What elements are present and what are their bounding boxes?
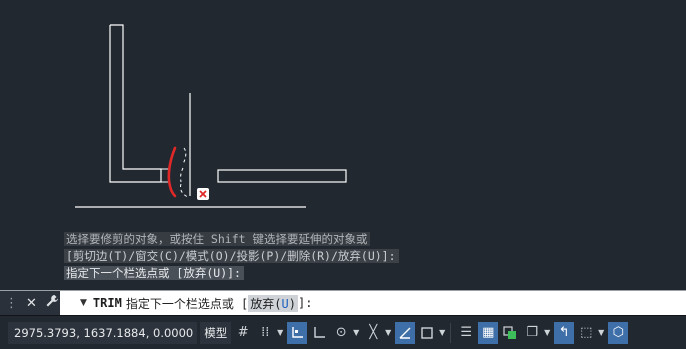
chevron-down-icon[interactable]: ▼ [437, 328, 447, 337]
snap-icon[interactable]: ⁞⁞ [255, 322, 275, 344]
dynamic-ucs-icon[interactable]: ↰ [554, 321, 575, 344]
cursor-marker [197, 188, 209, 200]
history-line: [剪切边(T)/窗交(C)/模式(O)/投影(P)/删除(R)/放弃(U)]: [64, 248, 434, 265]
model-space-button[interactable]: 模型 [200, 321, 232, 344]
selection-filter-icon[interactable]: ⬚ [576, 322, 596, 344]
command-line[interactable]: ⋮ ✕ ▼ TRIM 指定下一个栏选点或 [ 放弃(U) ]: [0, 290, 686, 315]
fence-selection-line [167, 146, 177, 198]
close-icon[interactable]: ✕ [26, 296, 37, 311]
ortho-icon[interactable] [287, 321, 308, 344]
recent-commands-dropdown-icon[interactable]: ▼ [80, 298, 87, 308]
command-name: TRIM [92, 296, 122, 310]
l-shape-outline [109, 24, 162, 183]
history-line: 选择要修剪的对象，或按住 Shift 键选择要延伸的对象或 [64, 231, 434, 248]
lineweight-icon[interactable]: ☰ [456, 322, 476, 344]
grid-icon[interactable]: # [233, 322, 253, 344]
command-suffix: ]: [297, 296, 313, 310]
command-input[interactable]: ▼ TRIM 指定下一个栏选点或 [ 放弃(U) ]: [60, 291, 686, 315]
osnap-tracking-icon[interactable]: ⊙ [331, 322, 351, 344]
status-bar: 2975.3793, 1637.1884, 0.0000 模型 # ⁞⁞ ▼ ⊙… [0, 315, 686, 349]
gizmo-icon[interactable]: ⬡ [608, 321, 629, 344]
otrack-icon[interactable] [395, 321, 416, 344]
command-line-toolbar: ⋮ ✕ [0, 291, 60, 315]
3d-osnap-icon[interactable]: ❒ [522, 322, 542, 344]
isodraft-icon[interactable]: ╳ [363, 322, 383, 344]
command-prompt: 指定下一个栏选点或 [ [125, 296, 249, 311]
transparency-icon[interactable]: ▦ [478, 321, 499, 344]
history-line: 指定下一个栏选点或 [放弃(U)]: [64, 265, 434, 282]
chevron-down-icon[interactable]: ▼ [542, 328, 552, 337]
chevron-down-icon[interactable]: ▼ [596, 328, 606, 337]
chevron-down-icon[interactable]: ▼ [383, 328, 393, 337]
polar-icon[interactable] [309, 322, 329, 344]
osnap-icon[interactable] [417, 322, 437, 344]
chevron-down-icon[interactable]: ▼ [275, 328, 285, 337]
grip-icon[interactable]: ⋮ [5, 296, 18, 311]
selection-cycling-icon[interactable] [500, 322, 520, 344]
selected-object-preview [180, 147, 189, 198]
coordinate-display[interactable]: 2975.3793, 1637.1884, 0.0000 [8, 321, 198, 344]
command-history: 选择要修剪的对象，或按住 Shift 键选择要延伸的对象或 [剪切边(T)/窗交… [64, 231, 434, 282]
command-option-undo[interactable]: 放弃(U) [248, 294, 298, 312]
wall-segment-right [217, 169, 347, 183]
wrench-icon[interactable] [45, 294, 59, 312]
chevron-down-icon[interactable]: ▼ [351, 328, 361, 337]
